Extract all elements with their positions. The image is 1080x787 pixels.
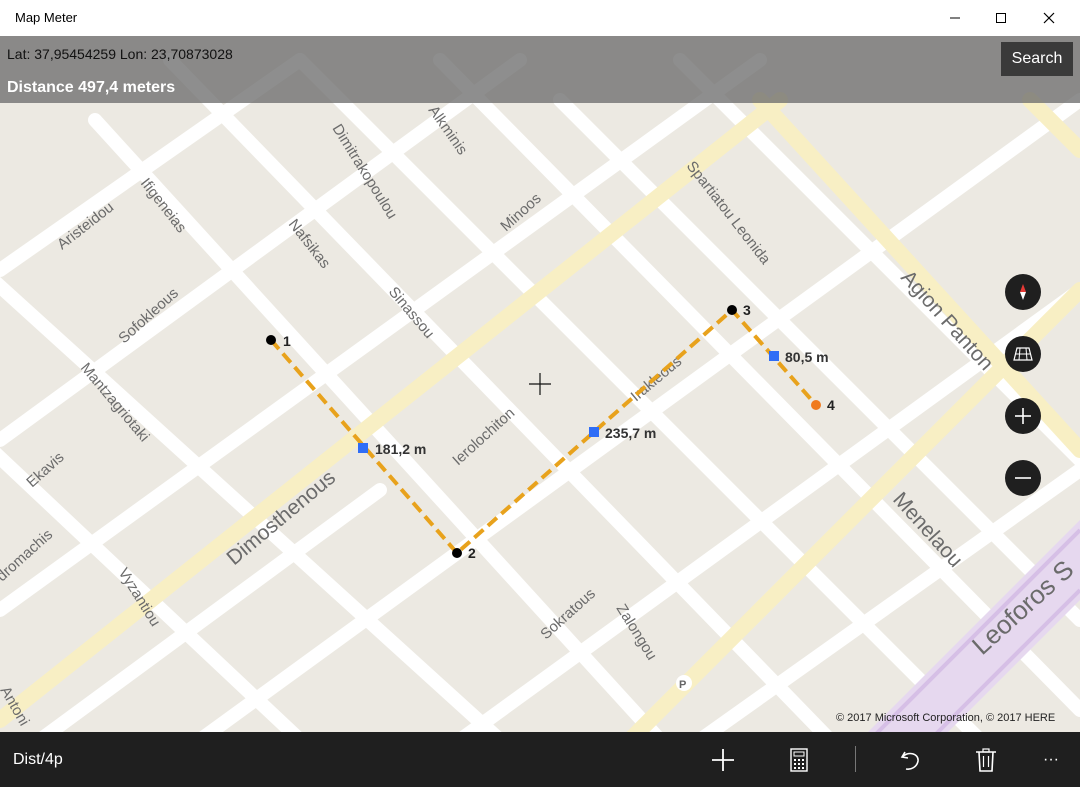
calculator-button[interactable] — [779, 740, 819, 780]
map-style-icon — [1013, 347, 1033, 361]
undo-button[interactable] — [891, 740, 931, 780]
map-copyright: © 2017 Microsoft Corporation, © 2017 HER… — [836, 712, 1056, 724]
point-label-2: 2 — [468, 545, 476, 561]
minimize-button[interactable] — [932, 0, 978, 36]
search-button[interactable]: Search — [1001, 42, 1073, 76]
close-button[interactable] — [1026, 0, 1072, 36]
segment-marker-1[interactable] — [358, 443, 368, 453]
close-icon — [1043, 12, 1055, 24]
window-title: Map Meter — [15, 10, 78, 25]
segment-marker-3[interactable] — [769, 351, 779, 361]
segment-label-3: 80,5 m — [785, 349, 829, 365]
compass-button[interactable] — [1005, 274, 1041, 310]
command-bar: Dist/4p ··· — [0, 732, 1080, 787]
point-label-4: 4 — [827, 397, 835, 413]
route-point-4[interactable] — [811, 400, 821, 410]
minimize-icon — [950, 17, 960, 19]
mode-label: Dist/4p — [13, 751, 63, 768]
add-point-button[interactable] — [703, 740, 743, 780]
zoom-in-button[interactable] — [1005, 398, 1041, 434]
title-bar: Map Meter — [0, 0, 1080, 36]
segment-label-2: 235,7 m — [605, 425, 656, 441]
maximize-button[interactable] — [978, 0, 1024, 36]
map-view[interactable]: P Aristeidou Ifigeneias Dimitrakopoulou … — [0, 36, 1080, 732]
minus-icon — [1015, 477, 1031, 479]
command-separator — [855, 746, 856, 772]
trash-icon — [976, 748, 996, 772]
undo-icon — [900, 751, 919, 770]
zoom-out-button[interactable] — [1005, 460, 1041, 496]
segment-label-1: 181,2 m — [375, 441, 426, 457]
maximize-icon — [996, 13, 1006, 23]
route-point-2[interactable] — [452, 548, 462, 558]
route-point-3[interactable] — [727, 305, 737, 315]
route-point-1[interactable] — [266, 335, 276, 345]
more-button[interactable]: ··· — [1031, 740, 1071, 780]
map-canvas[interactable]: P Aristeidou Ifigeneias Dimitrakopoulou … — [0, 36, 1080, 732]
distance-readout: Distance 497,4 meters — [7, 79, 176, 96]
segment-marker-2[interactable] — [589, 427, 599, 437]
plus-icon — [1015, 408, 1031, 424]
parking-label: P — [679, 679, 686, 691]
more-icon: ··· — [1043, 751, 1059, 768]
add-icon — [712, 749, 734, 771]
map-style-button[interactable] — [1005, 336, 1041, 372]
compass-icon — [1020, 284, 1026, 300]
point-label-3: 3 — [743, 302, 751, 318]
point-label-1: 1 — [283, 333, 291, 349]
coordinates-readout: Lat: 37,95454259 Lon: 23,70873028 — [7, 46, 233, 62]
info-bar: Lat: 37,95454259 Lon: 23,70873028 Distan… — [0, 36, 1080, 103]
delete-button[interactable] — [966, 740, 1006, 780]
calculator-icon — [790, 748, 808, 772]
